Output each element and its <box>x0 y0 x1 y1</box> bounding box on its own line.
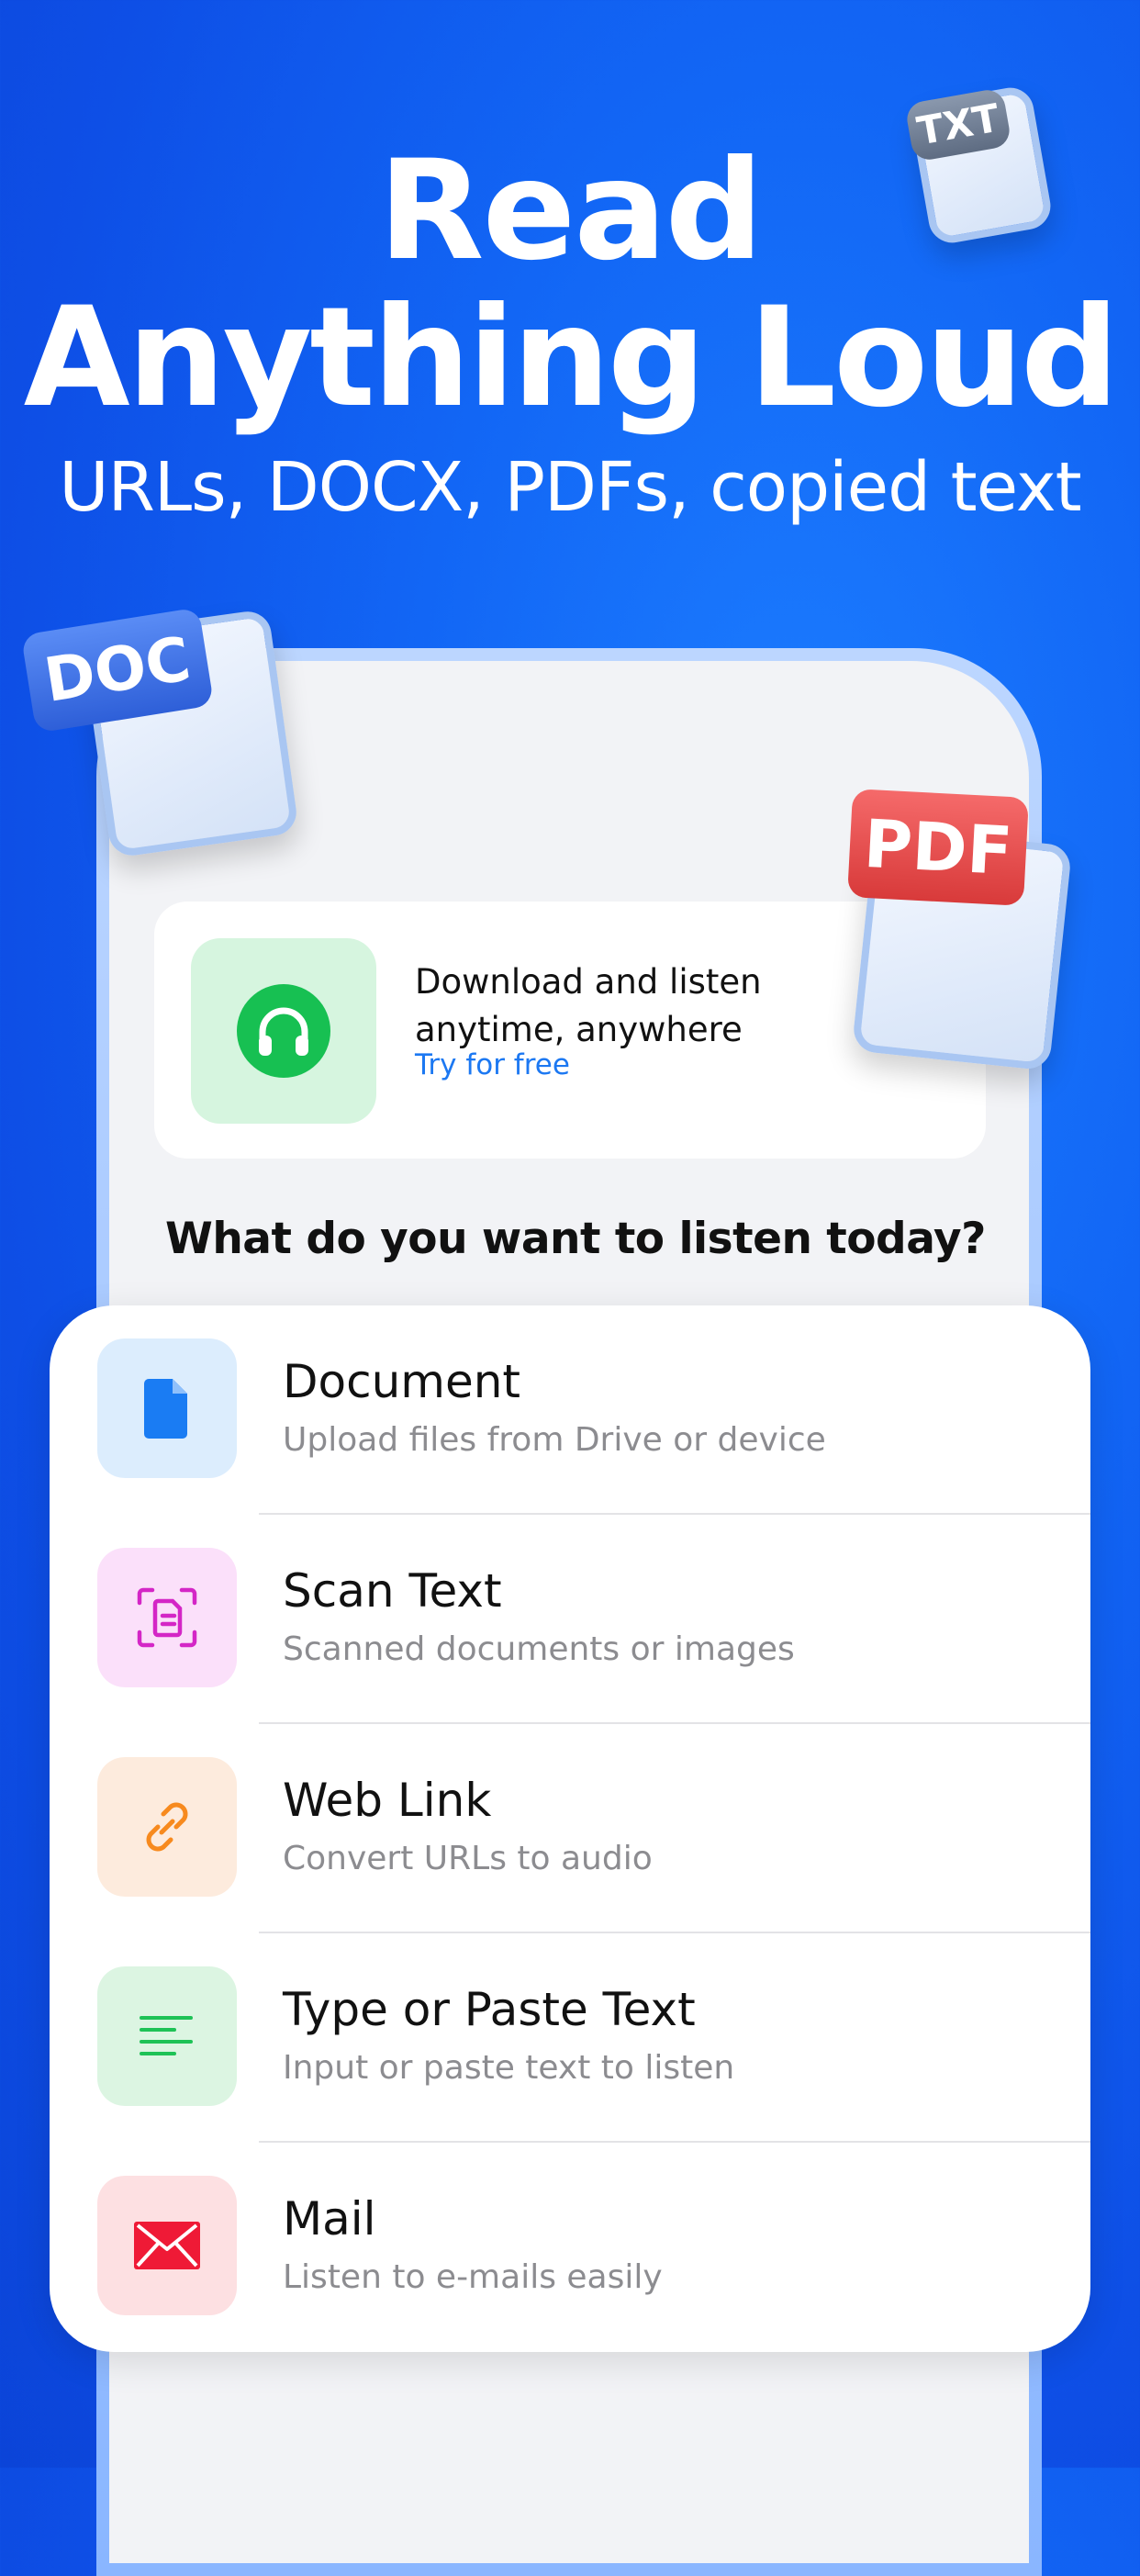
link-icon-box <box>97 1757 237 1897</box>
source-list: Document Upload files from Drive or devi… <box>50 1305 1090 2352</box>
promo-title: Download and listen anytime, anywhere <box>415 962 762 1049</box>
source-description: Scanned documents or images <box>283 1630 795 1668</box>
source-description: Input or paste text to listen <box>283 2049 735 2087</box>
source-description: Listen to e-mails easily <box>283 2258 663 2296</box>
txt-file-icon: TXT <box>904 72 1055 247</box>
document-icon-box <box>97 1338 237 1478</box>
text-lines-icon-box <box>97 1966 237 2106</box>
source-description: Convert URLs to audio <box>283 1840 653 1877</box>
text-lines-icon <box>140 2016 193 2055</box>
source-item-type-or-paste-text[interactable]: Type or Paste Text Input or paste text t… <box>50 1933 1090 2143</box>
source-item-web-link[interactable]: Web Link Convert URLs to audio <box>50 1724 1090 1933</box>
headphones-icon <box>237 984 330 1078</box>
link-icon <box>146 1802 188 1852</box>
source-item-scan-text[interactable]: Scan Text Scanned documents or images <box>50 1515 1090 1724</box>
scan-icon <box>137 1587 197 1648</box>
pdf-badge-label: PDF <box>847 789 1029 906</box>
source-item-document[interactable]: Document Upload files from Drive or devi… <box>50 1305 1090 1515</box>
doc-file-icon: DOC <box>20 584 300 859</box>
document-icon <box>144 1379 187 1439</box>
source-title: Document <box>283 1355 521 1408</box>
source-item-mail[interactable]: Mail Listen to e-mails easily <box>50 2143 1090 2352</box>
pdf-file-icon: PDF <box>844 753 1101 1102</box>
promo-icon-box <box>191 938 376 1124</box>
source-description: Upload files from Drive or device <box>283 1421 826 1459</box>
source-title: Type or Paste Text <box>283 1983 696 2036</box>
mail-icon-box <box>97 2176 237 2315</box>
hero-title-line2: Anything Loud <box>23 278 1120 438</box>
scan-icon-box <box>97 1548 237 1687</box>
source-title: Web Link <box>283 1774 492 1827</box>
try-for-free-link[interactable]: Try for free <box>415 1048 570 1081</box>
hero-subtitle: URLs, DOCX, PDFs, copied text <box>59 448 1081 527</box>
mail-icon <box>134 2222 200 2269</box>
section-question: What do you want to listen today? <box>165 1214 986 1264</box>
source-title: Scan Text <box>283 1564 502 1618</box>
source-title: Mail <box>283 2192 376 2246</box>
